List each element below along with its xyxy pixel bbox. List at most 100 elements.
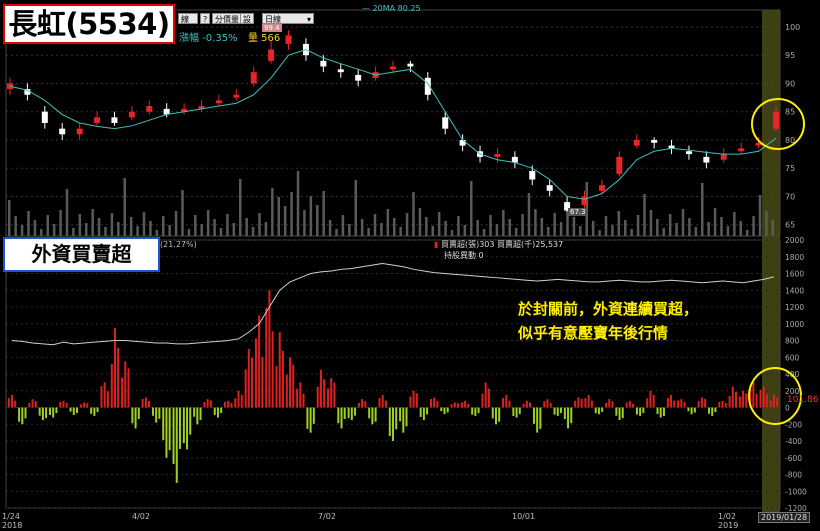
net-buy-bar — [405, 407, 408, 427]
lower-tick-label: -1000 — [785, 487, 807, 496]
net-buy-bar — [75, 407, 78, 414]
net-buy-bar — [494, 407, 497, 425]
volume-bar — [604, 216, 608, 236]
price-tick-label: 70 — [785, 192, 795, 201]
net-buy-bar — [666, 398, 669, 408]
volume-bar — [104, 227, 107, 236]
volume-bar — [219, 228, 223, 236]
net-buy-bar — [103, 382, 106, 408]
net-buy-bar — [683, 402, 686, 408]
candle-body — [546, 185, 553, 191]
net-buy-bar — [662, 407, 665, 417]
highlight-date-label: 2019/01/28 — [758, 512, 811, 523]
net-buy-bar — [21, 407, 24, 425]
net-buy-bar — [79, 404, 82, 408]
net-buy-bar — [306, 407, 309, 429]
net-buy-bar — [567, 407, 570, 429]
net-buy-bar — [299, 382, 302, 408]
net-buy-bar — [590, 400, 593, 408]
net-buy-bar — [525, 400, 528, 408]
volume-bar — [752, 216, 755, 236]
net-buy-bar — [206, 399, 209, 408]
net-buy-bar — [45, 407, 48, 419]
volume-bar — [258, 213, 261, 236]
net-buy-bar — [728, 395, 731, 408]
net-buy-bar — [327, 388, 330, 408]
lower-tick-label: 600 — [785, 353, 800, 362]
volume-bar — [636, 215, 640, 236]
net-buy-bar — [584, 398, 587, 408]
x-tick-year: 2019 — [718, 521, 738, 530]
volume-bar — [611, 225, 614, 236]
volume-bar — [553, 213, 556, 236]
net-buy-bar — [178, 407, 181, 449]
volume-bar — [20, 225, 24, 236]
net-buy-bar — [742, 390, 745, 408]
net-buy-bar — [227, 400, 230, 408]
net-buy-bar — [670, 394, 673, 408]
net-buy-bar — [656, 407, 659, 415]
net-buy-bar — [196, 407, 199, 425]
lower-pct-text: (21.27%) — [160, 240, 197, 249]
candle-body — [163, 108, 170, 115]
net-buy-bar — [158, 407, 161, 419]
candle-body — [41, 111, 48, 123]
volume-bar — [457, 216, 460, 236]
net-buy-bar — [302, 393, 305, 408]
net-buy-bar — [100, 386, 103, 408]
indicator-button[interactable]: 線降 — [178, 13, 198, 35]
net-buy-bar — [220, 407, 223, 414]
volume-bar — [78, 214, 82, 236]
candle-body — [233, 94, 240, 98]
settings-button[interactable]: 設 — [240, 13, 254, 24]
net-buy-bar — [477, 407, 480, 413]
net-buy-bar — [137, 407, 140, 420]
chevron-down-icon: ▾ — [306, 15, 311, 24]
volume-bar — [335, 229, 338, 236]
net-buy-bar — [484, 382, 487, 408]
price-tick-label: 90 — [785, 79, 795, 88]
candle-body — [703, 156, 710, 163]
volume-bar — [624, 220, 627, 236]
net-buy-bar — [456, 403, 459, 408]
net-buy-bar — [296, 388, 299, 408]
volume-bar — [463, 225, 467, 236]
net-buy-bar — [539, 407, 542, 429]
candle-body — [407, 63, 414, 67]
volume-bar — [14, 216, 17, 236]
candle-body — [128, 111, 135, 118]
net-buy-bar — [234, 398, 237, 408]
volume-bar — [758, 195, 762, 236]
net-buy-bar — [769, 400, 772, 408]
net-buy-bar — [319, 369, 322, 408]
net-buy-bar — [62, 400, 65, 408]
candle-body — [494, 154, 501, 157]
net-buy-bar — [93, 407, 96, 416]
price-tick-label: 95 — [785, 51, 795, 60]
net-buy-bar — [505, 394, 508, 408]
volume-bar — [412, 192, 415, 236]
net-buy-bar — [309, 407, 312, 433]
volume-bar — [591, 221, 595, 236]
net-buy-text: 買賣超(張)303 買賣超(千)25,537 — [440, 240, 564, 249]
net-buy-bar — [563, 407, 566, 420]
volume-bar — [8, 200, 11, 236]
net-buy-bar — [498, 407, 501, 422]
volume-bar — [245, 218, 248, 236]
help-button[interactable]: ? — [200, 13, 210, 24]
candle-body — [111, 117, 118, 123]
change-text: 漲幅 -0.35% — [179, 33, 238, 44]
net-buy-bar — [443, 407, 446, 415]
net-buy-bar — [731, 386, 734, 408]
volume-bar — [33, 220, 37, 236]
net-buy-bar — [395, 407, 398, 430]
annotation-line-2: 似乎有意壓寶年後行情 — [518, 324, 669, 342]
net-buy-bar — [549, 402, 552, 408]
net-buy-bar — [467, 403, 470, 408]
volume-bar — [386, 209, 390, 236]
net-buy-bar — [7, 398, 10, 408]
price-tick-label: 65 — [785, 221, 795, 230]
net-buy-bar — [144, 397, 147, 408]
ma-legend-swatch: — — [362, 4, 370, 13]
period-select[interactable]: 日線 ▾ — [262, 13, 314, 24]
